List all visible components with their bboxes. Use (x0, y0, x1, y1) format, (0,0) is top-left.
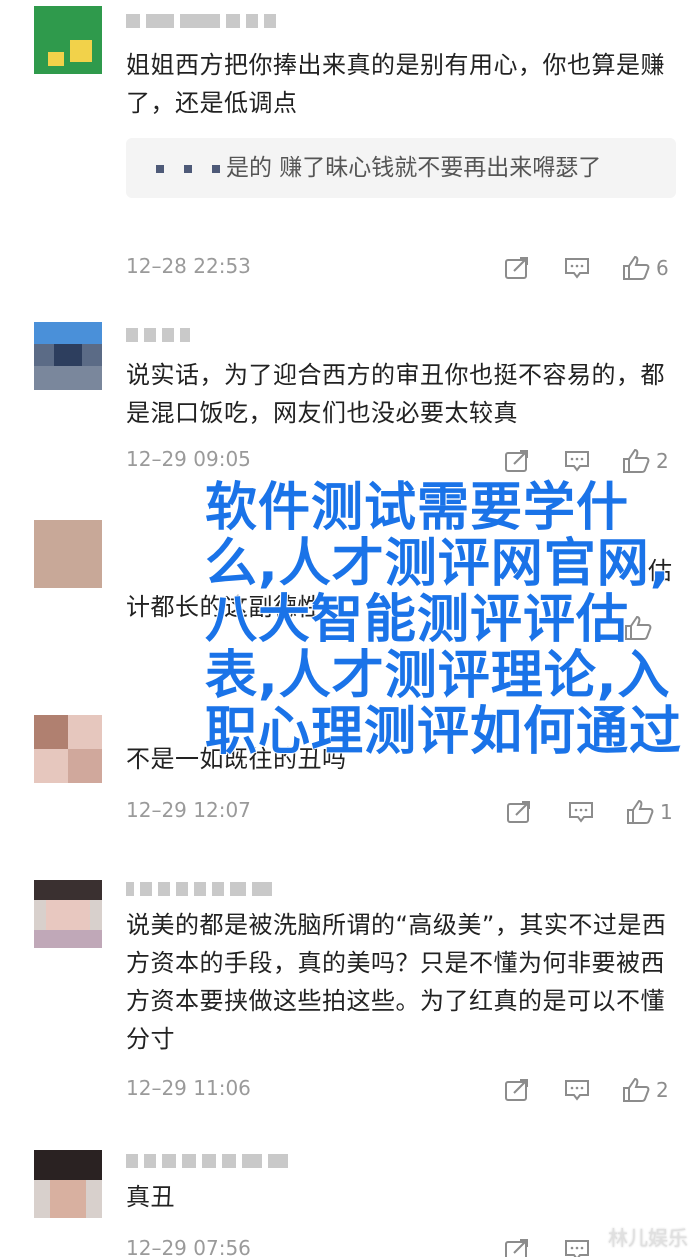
username-redacted[interactable] (126, 328, 190, 346)
comment-meta: 12–28 22:53 6 (126, 254, 686, 282)
timestamp: 12–29 12:07 (126, 798, 251, 822)
comment-text: 姐姐西方把你捧出来真的是别有用心，你也算是赚了，还是低调点 (126, 51, 665, 117)
comment-text: 真丑 (126, 1183, 175, 1211)
thumbs-up-icon (623, 1077, 650, 1102)
thumbs-up-icon (623, 448, 650, 473)
like-button[interactable]: 1 (626, 798, 673, 826)
redacted-block (212, 164, 220, 173)
like-count: 6 (656, 256, 669, 280)
reply-icon[interactable] (564, 447, 590, 475)
like-button[interactable]: 2 (622, 447, 669, 475)
like-count: 2 (656, 449, 669, 473)
avatar[interactable] (34, 6, 102, 74)
like-count: 1 (660, 800, 673, 824)
avatar[interactable] (34, 520, 102, 588)
redacted-block (184, 164, 192, 173)
comment-meta: 12–29 07:56 (126, 1236, 686, 1257)
quote-text: 是的 赚了昧心钱就不要再出来嘚瑟了 (226, 155, 602, 181)
comment-text: 说美的都是被洗脑所谓的“高级美”，其实不过是西方资本的手段，真的美吗？只是不懂为… (126, 911, 667, 1053)
reply-icon[interactable] (564, 254, 590, 282)
overlay-text: 软件测试需要学什么,人才测评网官网,八大智能测评评估表,人才测评理论,入职心理测… (204, 478, 683, 762)
comment-meta: 12–29 12:07 1 (126, 798, 686, 826)
avatar[interactable] (34, 880, 102, 948)
reply-icon[interactable] (564, 1236, 590, 1257)
comment-meta: 12–29 11:06 2 (126, 1076, 686, 1104)
timestamp: 12–28 22:53 (126, 254, 251, 278)
timestamp: 12–29 07:56 (126, 1236, 251, 1257)
redacted-block (156, 164, 164, 173)
share-icon[interactable] (504, 1076, 530, 1104)
avatar[interactable] (34, 1150, 102, 1218)
timestamp: 12–29 11:06 (126, 1076, 251, 1100)
share-icon[interactable] (504, 447, 530, 475)
reply-icon[interactable] (568, 798, 594, 826)
share-icon[interactable] (504, 254, 530, 282)
quoted-reply: 是的 赚了昧心钱就不要再出来嘚瑟了 (126, 138, 676, 198)
overlay-headline: 软件测试需要学什么,人才测评网官网,八大智能测评评估表,人才测评理论,入职心理测… (204, 478, 685, 762)
thumbs-up-icon (623, 255, 650, 280)
share-icon[interactable] (506, 798, 532, 826)
share-icon[interactable] (504, 1236, 530, 1257)
username-redacted[interactable] (126, 1154, 288, 1172)
watermark: 林儿娱乐 (608, 1226, 688, 1250)
comment-meta: 12–29 09:05 2 (126, 447, 686, 475)
like-button[interactable]: 6 (622, 254, 669, 282)
comment-text: 说实话，为了迎合西方的审丑你也挺不容易的，都是混口饭吃，网友们也没必要太较真 (126, 361, 665, 427)
username-redacted[interactable] (126, 882, 272, 900)
timestamp: 12–29 09:05 (126, 447, 251, 471)
avatar[interactable] (34, 715, 102, 783)
like-count: 2 (656, 1078, 669, 1102)
avatar[interactable] (34, 322, 102, 390)
thumbs-up-icon (627, 799, 654, 824)
reply-icon[interactable] (564, 1076, 590, 1104)
username-redacted[interactable] (126, 14, 276, 32)
like-button[interactable]: 2 (622, 1076, 669, 1104)
